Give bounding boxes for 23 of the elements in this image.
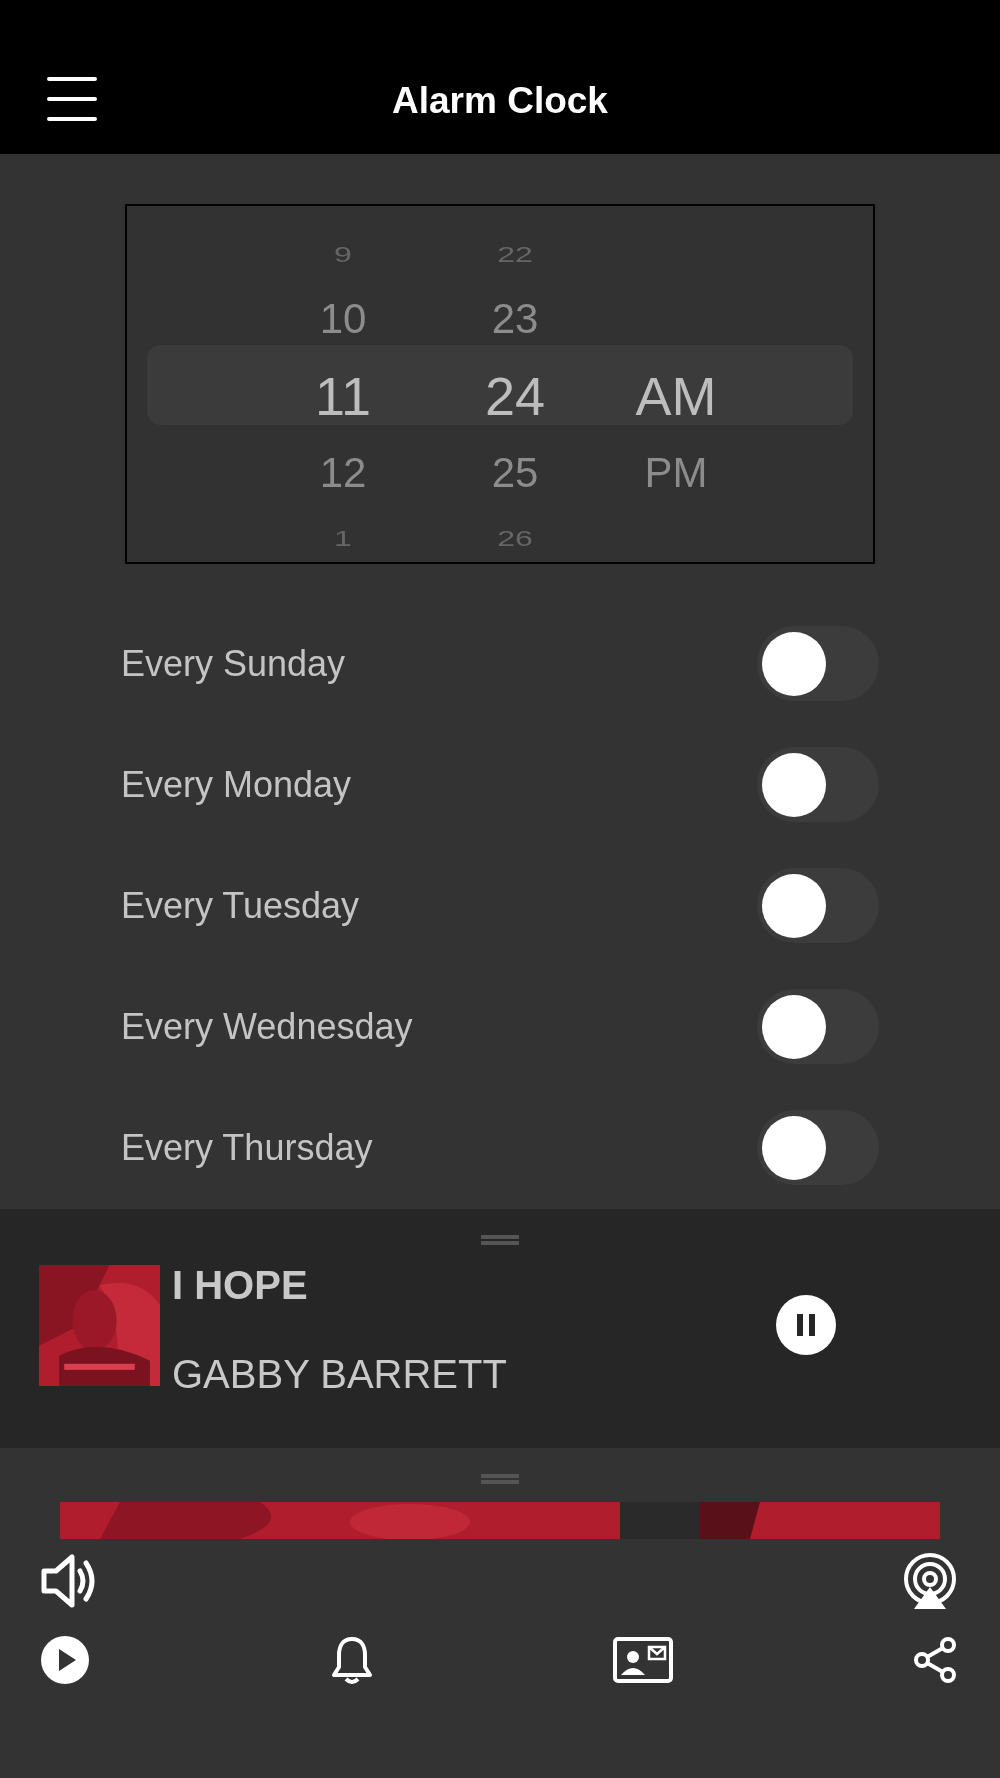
picker-value[interactable]: 11 <box>314 369 372 423</box>
picker-value[interactable]: PM <box>644 452 708 494</box>
day-label: Every Sunday <box>121 642 346 685</box>
picker-value[interactable]: 24 <box>484 369 546 423</box>
contact-card-icon[interactable] <box>613 1637 674 1683</box>
picker-value[interactable]: 12 <box>319 452 367 494</box>
screen-title: Alarm Clock <box>392 80 608 122</box>
picker-value[interactable]: 10 <box>319 298 367 340</box>
menu-icon[interactable] <box>47 76 97 122</box>
song-title: I HOPE <box>172 1263 309 1308</box>
mini-player[interactable]: I HOPE GABBY BARRETT <box>0 1209 1000 1448</box>
day-label: Every Tuesday <box>121 884 360 927</box>
day-label: Every Monday <box>121 763 352 806</box>
picker-value[interactable]: 25 <box>491 452 539 494</box>
drag-handle-icon[interactable] <box>481 1235 519 1245</box>
picker-value[interactable]: 23 <box>491 298 539 340</box>
play-icon[interactable] <box>40 1635 90 1685</box>
picker-value[interactable]: AM <box>635 369 717 423</box>
drag-handle-icon[interactable] <box>481 1474 519 1484</box>
artist-name: GABBY BARRETT <box>172 1352 508 1397</box>
pause-button[interactable] <box>776 1295 836 1355</box>
day-label: Every Wednesday <box>121 1005 413 1048</box>
day-label: Every Thursday <box>121 1126 373 1169</box>
